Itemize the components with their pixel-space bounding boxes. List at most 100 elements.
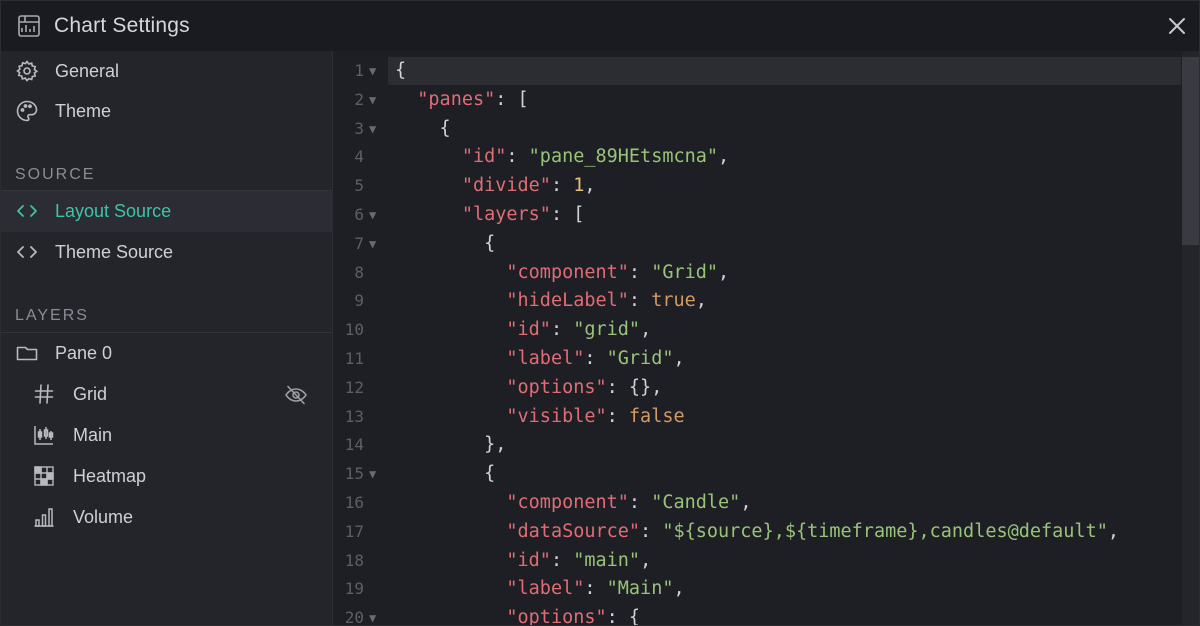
code-line: 12 "options": {}, [334, 374, 1181, 403]
layer-item-heatmap[interactable]: Heatmap [1, 456, 332, 497]
line-number: 1 [354, 61, 364, 80]
line-number: 19 [344, 579, 364, 599]
layer-item-main[interactable]: Main [1, 415, 332, 456]
eye-off-icon[interactable] [284, 383, 308, 407]
sidebar-item-label: Layout Source [55, 201, 172, 221]
code-icon [17, 246, 37, 258]
code-text: "id": "grid", [506, 319, 652, 341]
code-text: "component": "Candle", [506, 491, 752, 513]
sidebar-item-label: Volume [73, 507, 134, 527]
sidebar-item-theme[interactable]: Theme [1, 91, 332, 132]
code-line: 4 "id": "pane_89HEtsmcna", [334, 143, 1181, 172]
code-text: { [395, 232, 496, 254]
code-editor[interactable]: 1 ▼{2 ▼ "panes": [3 ▼ {4 "id": "pane_89HEts… [334, 51, 1199, 626]
code-text: { [395, 60, 407, 81]
code-text: }, [395, 434, 507, 456]
code-text: "layers": [ [461, 203, 585, 225]
code-line: 1 ▼ { [334, 57, 1181, 86]
palette-icon [16, 100, 38, 122]
code-text: "panes": [ [417, 88, 529, 110]
code-line: 19 "label": "Main", [334, 575, 1181, 604]
hash-icon [34, 384, 54, 404]
code-text: "visible": false [506, 405, 685, 427]
sidebar-item-label: Heatmap [73, 466, 147, 486]
code-text: "divide": 1, [461, 175, 596, 197]
chart-settings-dialog: Chart Settings General Theme SOURCE Layo… [0, 0, 1200, 626]
fold-arrow-icon[interactable]: ▼ [369, 460, 376, 489]
code-line: 14 }, [334, 431, 1181, 460]
sidebar-item-pane-0[interactable]: Pane 0 [1, 333, 332, 374]
code-lines: 1 ▼{2 ▼ "panes": [3 ▼ {4 "id": "pane_89HEts… [334, 57, 1181, 626]
dialog-title: Chart Settings [54, 14, 190, 37]
sidebar-item-label: General [55, 61, 120, 81]
line-number: 13 [344, 406, 364, 426]
fold-arrow-icon[interactable]: ▼ [369, 86, 376, 115]
line-number: 14 [344, 435, 364, 455]
layer-item-grid[interactable]: Grid [1, 374, 332, 415]
line-number: 10 [344, 320, 364, 340]
code-icon [17, 205, 37, 217]
code-line: 5 "divide": 1, [334, 172, 1181, 201]
line-number: 5 [354, 176, 364, 196]
code-line: 13 "visible": false [334, 403, 1181, 432]
fold-arrow-icon[interactable]: ▼ [369, 604, 376, 625]
code-line: 17 "dataSource": "${source},${timeframe}… [334, 518, 1181, 547]
close-icon[interactable] [1165, 14, 1189, 38]
gear-icon [16, 60, 39, 82]
layer-item-volume[interactable]: Volume [1, 497, 332, 538]
code-text: { [395, 117, 451, 139]
fold-arrow-icon[interactable]: ▼ [369, 230, 376, 259]
line-number: 4 [354, 147, 364, 167]
code-line: 8 "component": "Grid", [334, 259, 1181, 288]
line-number: 20 [344, 608, 364, 626]
vertical-scrollbar[interactable] [1182, 51, 1199, 625]
line-number: 8 [354, 262, 364, 282]
code-text: "options": { [506, 607, 641, 626]
code-text: "hideLabel": true, [506, 290, 707, 312]
code-line: 3 ▼ { [334, 115, 1181, 144]
code-line: 15 ▼ { [334, 460, 1181, 489]
line-number: 15 [344, 464, 364, 484]
layers-section-heading: LAYERS [15, 307, 89, 324]
code-text: "dataSource": "${source},${timeframe},ca… [506, 520, 1119, 542]
heatmap-icon [34, 466, 54, 486]
code-line: 11 "label": "Grid", [334, 345, 1181, 374]
scrollbar-thumb[interactable] [1182, 57, 1199, 245]
line-number: 18 [344, 550, 364, 570]
fold-arrow-icon[interactable]: ▼ [369, 57, 376, 86]
code-text: { [395, 463, 496, 485]
line-number: 3 [354, 118, 364, 138]
fold-arrow-icon[interactable]: ▼ [369, 201, 376, 230]
code-line: 9 "hideLabel": true, [334, 287, 1181, 316]
code-text: "id": "pane_89HEtsmcna", [461, 146, 730, 168]
sidebar-item-theme-source[interactable]: Theme Source [1, 232, 332, 273]
fold-arrow-icon[interactable]: ▼ [369, 115, 376, 144]
sidebar-item-layout-source[interactable]: Layout Source [1, 191, 332, 232]
line-number: 11 [344, 348, 364, 368]
sidebar-item-label: Main [73, 425, 113, 445]
code-line: 20 ▼ "options": { [334, 604, 1181, 626]
line-number: 17 [344, 521, 364, 541]
line-number: 9 [354, 291, 364, 311]
line-number: 16 [344, 492, 364, 512]
line-number: 7 [354, 233, 364, 253]
code-line: 7 ▼ { [334, 230, 1181, 259]
code-line: 10 "id": "grid", [334, 316, 1181, 345]
sidebar-item-label: Theme Source [55, 242, 174, 262]
source-section-heading: SOURCE [15, 166, 96, 183]
code-line: 6 ▼ "layers": [ [334, 201, 1181, 230]
bar-chart-icon [34, 508, 54, 527]
code-text: "options": {}, [506, 376, 663, 398]
line-number: 2 [354, 89, 364, 109]
candlestick-icon [34, 426, 54, 445]
code-line: 2 ▼ "panes": [ [334, 86, 1181, 115]
title-bar: Chart Settings [1, 1, 1199, 51]
settings-sidebar: General Theme SOURCE Layout Source Theme… [1, 51, 333, 625]
code-text: "id": "main", [506, 549, 652, 571]
sidebar-item-label: Theme [55, 101, 112, 121]
sidebar-item-label: Grid [73, 384, 108, 404]
sidebar-item-general[interactable]: General [1, 51, 332, 92]
code-text: "label": "Main", [506, 578, 685, 600]
code-text: "label": "Grid", [506, 347, 685, 369]
code-line: 16 "component": "Candle", [334, 489, 1181, 518]
